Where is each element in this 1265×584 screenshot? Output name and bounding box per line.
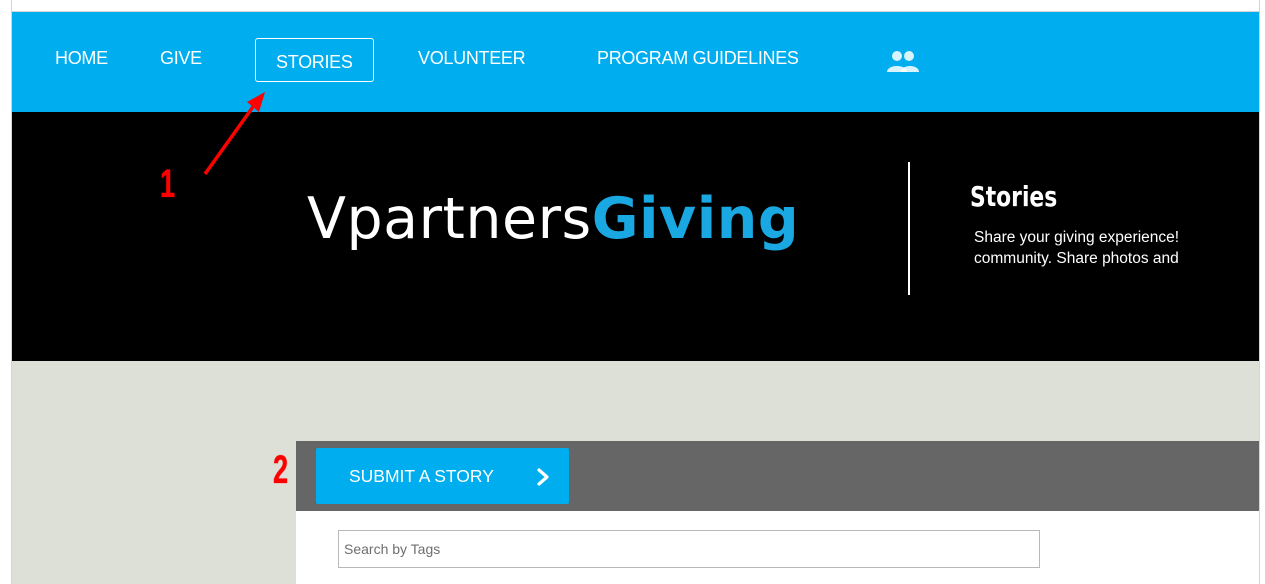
nav-volunteer[interactable]: VOLUNTEER [418,48,526,69]
window-frame-left [0,0,12,584]
annotation-marker-1: 1 [160,162,176,206]
people-icon[interactable] [884,50,924,74]
chevron-right-icon [537,468,549,486]
window-frame-right [1259,0,1265,584]
page: HOME GIVE STORIES VOLUNTEER PROGRAM GUID… [12,12,1259,584]
submit-story-label: SUBMIT A STORY [349,466,494,486]
brand-name-plain: Vpartners [307,186,592,252]
window-frame-top [0,0,1265,12]
hero-description-line2: community. Share photos and [974,250,1179,267]
nav-stories[interactable]: STORIES [255,38,374,82]
stories-toolbar: SUBMIT A STORY [296,441,1259,511]
hero-description-line1: Share your giving experience! [974,229,1180,246]
hero-description: Share your giving experience! community.… [974,227,1179,269]
brand-logo: VpartnersGiving [307,186,799,252]
nav-home[interactable]: HOME [55,48,108,69]
search-tags-input[interactable] [338,530,1040,568]
nav-give[interactable]: GIVE [160,48,202,69]
annotation-arrow [203,92,265,176]
annotation-marker-2: 2 [273,448,289,492]
hero-divider [908,162,910,295]
brand-name-accent: Giving [591,186,800,252]
nav-stories-label: STORIES [276,52,353,72]
submit-story-button[interactable]: SUBMIT A STORY [316,448,569,504]
page-title: Stories [970,180,1058,213]
stories-content [296,511,1259,584]
nav-program-guidelines[interactable]: PROGRAM GUIDELINES [597,48,799,69]
